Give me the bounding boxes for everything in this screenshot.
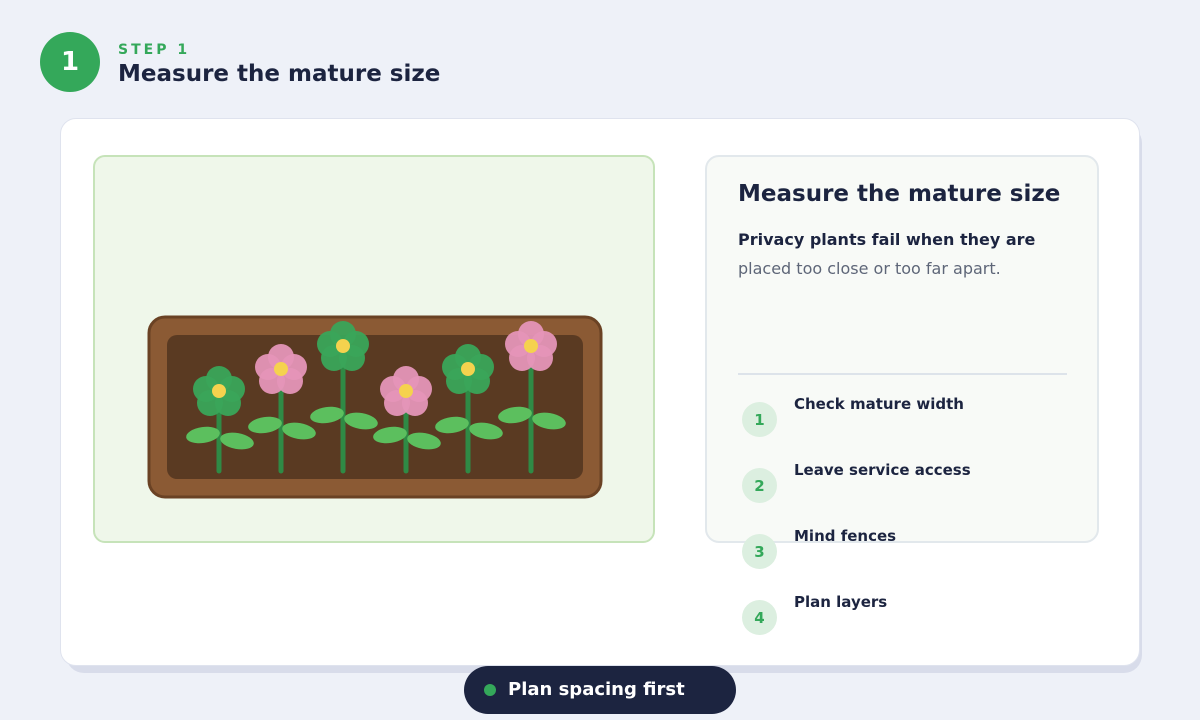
info-title: Measure the mature size: [738, 181, 1061, 207]
step-label: STEP 1: [118, 42, 191, 58]
checklist-label: Mind fences: [794, 527, 897, 545]
checklist-number: 3: [742, 534, 777, 569]
planter-illustration: [93, 155, 655, 543]
flower-center: [524, 339, 538, 353]
info-body-text: placed too close or too far apart.: [738, 259, 1001, 278]
info-divider: [738, 373, 1067, 375]
checklist-item: 3 Mind fences: [742, 527, 1102, 570]
pill-label: Plan spacing first: [508, 679, 685, 700]
checklist-item: 1 Check mature width: [742, 395, 1102, 438]
page-title: Measure the mature size: [118, 61, 441, 87]
flower-center: [461, 362, 475, 376]
checklist-item: 2 Leave service access: [742, 461, 1102, 504]
checklist-number: 2: [742, 468, 777, 503]
checklist-label: Check mature width: [794, 395, 964, 413]
checklist-item: 4 Plan layers: [742, 593, 1102, 636]
checklist-label: Plan layers: [794, 593, 888, 611]
flower-center: [274, 362, 288, 376]
plan-spacing-pill[interactable]: Plan spacing first: [464, 666, 736, 714]
checklist-number: 1: [742, 402, 777, 437]
info-lead-text: Privacy plants fail when they are: [738, 230, 1036, 249]
checklist-label: Leave service access: [794, 461, 971, 479]
step-number-badge: 1: [40, 32, 100, 92]
flower-center: [399, 384, 413, 398]
checklist-number: 4: [742, 600, 777, 635]
planter-box-icon: [147, 315, 603, 499]
flower-center: [336, 339, 350, 353]
flower-center: [212, 384, 226, 398]
status-dot-icon: [484, 684, 496, 696]
